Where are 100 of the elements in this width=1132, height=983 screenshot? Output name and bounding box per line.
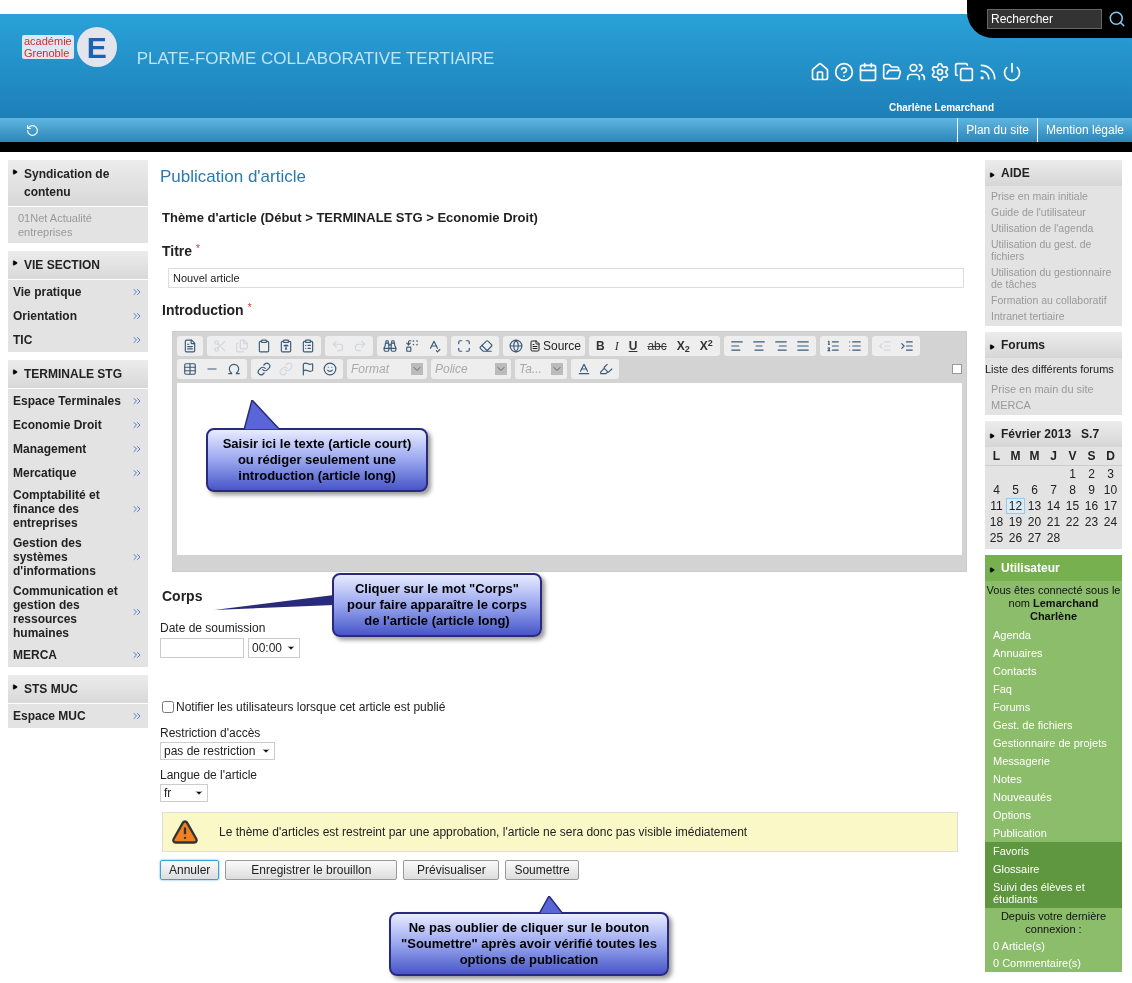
nav-link[interactable]: Espace MUC: [8, 704, 148, 728]
form-button[interactable]: Annuler: [160, 860, 220, 880]
settings-icon[interactable]: [930, 62, 950, 82]
collapse-icon[interactable]: [952, 364, 962, 374]
nav-link[interactable]: Communication et gestion des ressources humaines: [8, 581, 148, 643]
calendar-day[interactable]: 18: [987, 513, 1006, 530]
search-icon[interactable]: [1108, 10, 1126, 28]
user-menu-link[interactable]: Suivi des élèves et étudiants: [985, 877, 1122, 908]
nav-link[interactable]: Mercatique: [8, 461, 148, 485]
triangle-icon: [989, 172, 995, 178]
time-select[interactable]: 00:00: [248, 638, 301, 658]
calendar-day[interactable]: 8: [1063, 481, 1082, 498]
calendar-day[interactable]: 21: [1044, 513, 1063, 530]
weekday-label: M: [1009, 447, 1022, 465]
week-number: S.7: [1081, 425, 1100, 443]
user-name: Charlène Lemarchand: [888, 101, 994, 115]
calendar-icon[interactable]: [858, 62, 878, 82]
nav-link[interactable]: Espace Terminales: [8, 389, 148, 413]
calendar-day[interactable]: 23: [1082, 513, 1101, 530]
weekday-label: M: [1028, 447, 1041, 465]
field-label: Introduction: [162, 301, 244, 320]
calendar-day[interactable]: 15: [1063, 497, 1082, 514]
refresh-icon[interactable]: [26, 123, 39, 137]
format-button[interactable]: X$^{2}$: [694, 336, 718, 356]
editor-area[interactable]: [177, 383, 962, 555]
nav-link[interactable]: Orientation: [8, 304, 148, 328]
nav-link[interactable]: Comptabilité et finance des entreprises: [8, 485, 148, 533]
double-chevron-icon: [131, 606, 143, 618]
calendar-day[interactable]: 7: [1044, 481, 1063, 498]
format-button[interactable]: abc: [642, 336, 672, 356]
weekday-label: J: [1049, 447, 1058, 465]
logo-text: académie: [24, 35, 72, 47]
format-button[interactable]: U: [623, 336, 643, 356]
calendar-day[interactable]: 9: [1082, 481, 1101, 498]
format-button[interactable]: X$_{2}$: [671, 336, 695, 356]
nav-link[interactable]: MERCA: [8, 643, 148, 667]
form-button[interactable]: Soumettre: [505, 860, 579, 880]
calendar-day[interactable]: 12: [1006, 497, 1025, 514]
calendar-day[interactable]: 10: [1101, 481, 1120, 498]
connected-as: Vous êtes connecté sous le nom Lemarchand Charlène: [985, 582, 1122, 624]
help-icon[interactable]: [834, 62, 854, 82]
double-chevron-icon: [131, 286, 143, 298]
notify-checkbox[interactable]: [162, 701, 174, 713]
home-icon[interactable]: [810, 62, 830, 82]
required-mark: *: [196, 242, 200, 256]
double-chevron-icon: [131, 395, 143, 407]
callout-bubble: Saisir ici le texte (article court) ou rédiger seulement une introduction (article long): [206, 428, 428, 492]
nav-link[interactable]: Vie pratique: [8, 280, 148, 304]
search-field[interactable]: Rechercher: [987, 9, 1102, 29]
calendar-day[interactable]: 6: [1025, 481, 1044, 498]
warning-text: Le thème d'articles est restreint par une approbation, l'article ne sera donc pas visible imédiatement: [219, 824, 748, 841]
triangle-icon: [989, 432, 995, 439]
page-title: Publication d'article: [160, 166, 307, 188]
calendar-day[interactable]: 19: [1006, 513, 1025, 530]
calendar-day[interactable]: 27: [1025, 529, 1044, 546]
required-mark: *: [247, 301, 252, 315]
calendar-day[interactable]: 2: [1082, 465, 1101, 482]
format-button[interactable]: B: [591, 336, 610, 356]
nav-link[interactable]: TIC: [8, 328, 148, 352]
nav-link[interactable]: Economie Droit: [8, 413, 148, 437]
corps-link[interactable]: Corps: [162, 586, 203, 607]
section-title: TERMINALE STG: [24, 366, 122, 383]
power-icon[interactable]: [1002, 62, 1022, 82]
calendar-day[interactable]: 25: [987, 529, 1006, 546]
field-label: Titre: [162, 242, 193, 261]
rss-icon[interactable]: [978, 62, 998, 82]
double-chevron-icon: [131, 551, 143, 563]
folder-icon[interactable]: [882, 62, 902, 82]
calendar-day[interactable]: 20: [1025, 513, 1044, 530]
windows-icon[interactable]: [954, 62, 974, 82]
double-chevron-icon: [131, 334, 143, 346]
nav-link[interactable]: Management: [8, 437, 148, 461]
user-menu-link[interactable]: Favoris: [985, 841, 1122, 860]
calendar-day[interactable]: 11: [987, 497, 1006, 514]
since-last-login: Depuis votre dernière connexion :: [999, 908, 1108, 937]
calendar-day[interactable]: 14: [1044, 497, 1063, 514]
calendar-day[interactable]: 16: [1082, 497, 1101, 514]
calendar-day[interactable]: 24: [1101, 513, 1120, 530]
form-button[interactable]: Prévisualiser: [403, 860, 500, 880]
restriction-select[interactable]: pas de restriction: [160, 742, 276, 760]
calendar-day[interactable]: 26: [1006, 529, 1025, 546]
triangle-icon: [12, 684, 18, 690]
calendar-day[interactable]: 22: [1063, 513, 1082, 530]
calendar-day[interactable]: 5: [1006, 481, 1025, 498]
format-button[interactable]: I: [609, 336, 624, 356]
title-field[interactable]: Nouvel article: [168, 268, 964, 288]
calendar-day[interactable]: 17: [1101, 497, 1120, 514]
calendar-day[interactable]: 4: [987, 481, 1006, 498]
calendar-day[interactable]: 3: [1101, 465, 1120, 482]
calendar-day[interactable]: 1: [1063, 465, 1082, 482]
weekday-label: L: [991, 447, 1002, 465]
nav-link[interactable]: Gestion des systèmes d'informations: [8, 533, 148, 581]
dropdown-arrow-icon: [194, 788, 204, 798]
double-chevron-icon: [131, 649, 143, 661]
language-select[interactable]: fr: [160, 784, 208, 802]
calendar-day[interactable]: 28: [1044, 529, 1063, 546]
calendar-day[interactable]: 13: [1025, 497, 1044, 514]
users-icon[interactable]: [906, 62, 926, 82]
date-field[interactable]: [160, 638, 244, 658]
form-button[interactable]: Enregistrer le brouillon: [225, 860, 398, 880]
